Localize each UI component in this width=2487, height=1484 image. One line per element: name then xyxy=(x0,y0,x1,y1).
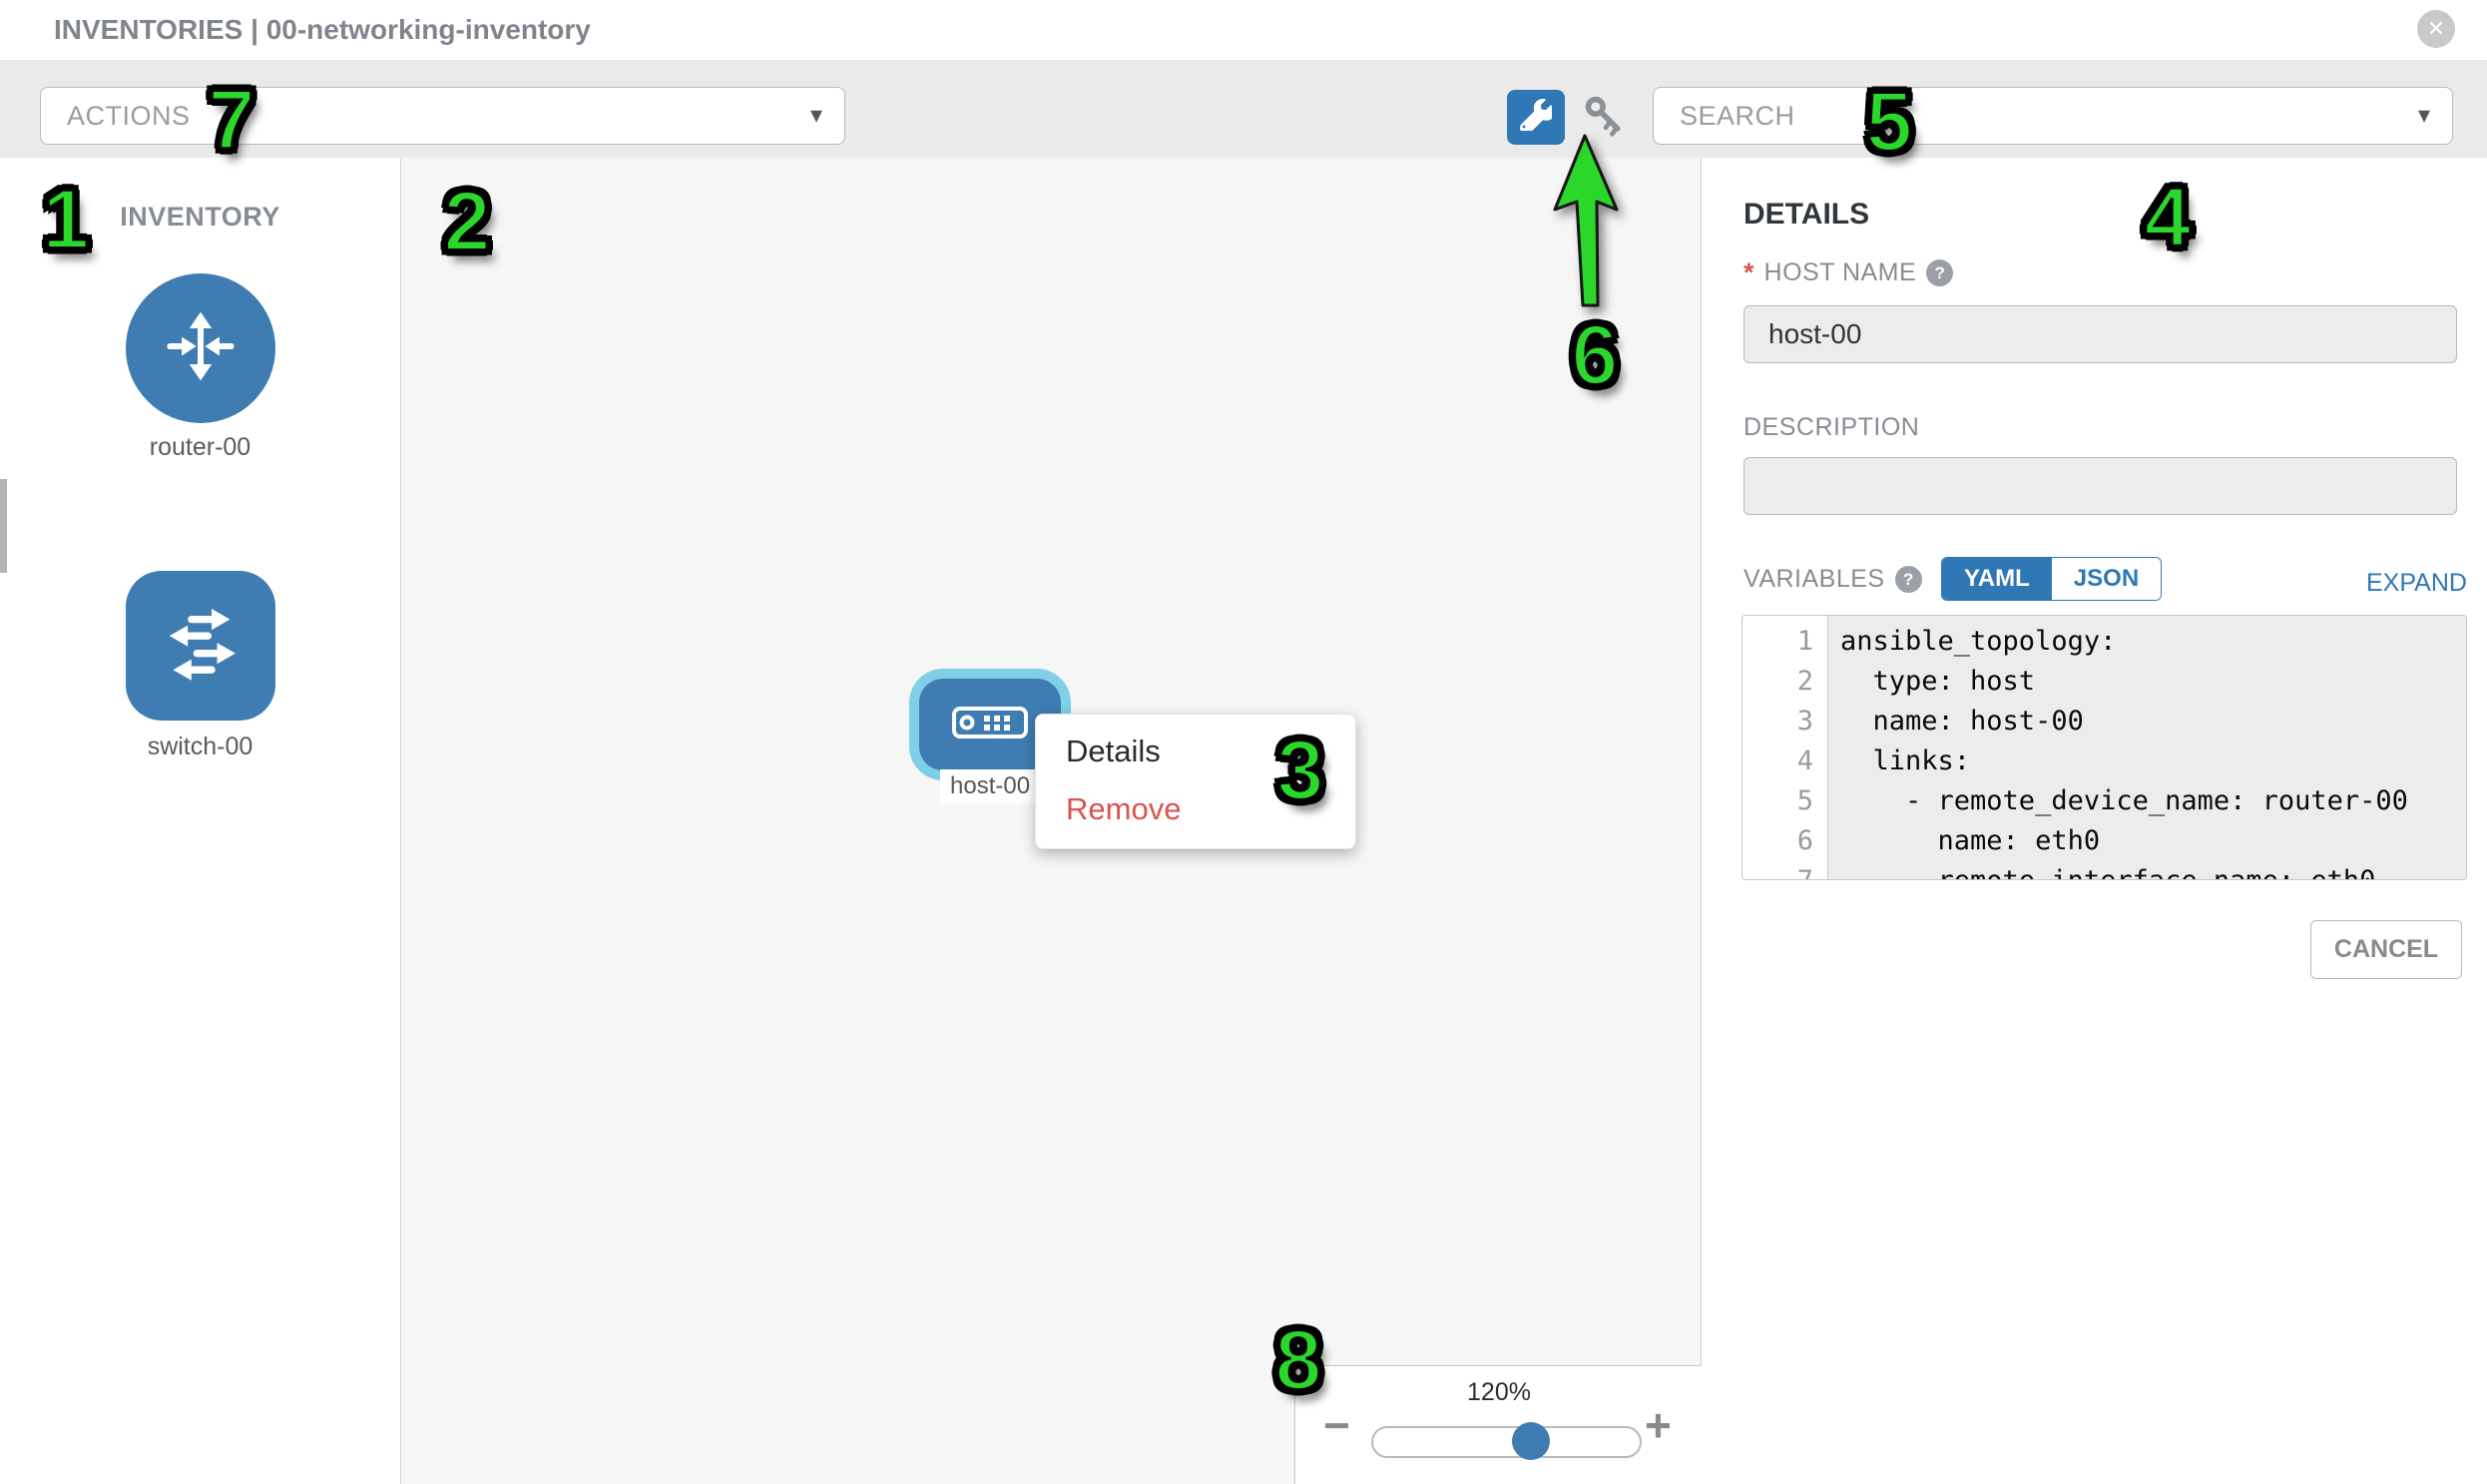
annotation-6: 6 xyxy=(1572,307,1619,404)
chevron-down-icon: ▾ xyxy=(810,88,822,144)
host-name-field-row: * HOST NAME ? xyxy=(1743,257,1953,288)
cancel-button[interactable]: CANCEL xyxy=(2310,920,2462,979)
code-line: - remote_device_name: router-00 xyxy=(1840,781,2466,821)
chevron-down-icon: ▾ xyxy=(2418,88,2430,144)
device-switch-label: switch-00 xyxy=(0,733,400,761)
variables-format-toggle: YAML JSON xyxy=(1941,557,2162,601)
device-router-label: router-00 xyxy=(0,433,400,462)
toolbar: ACTIONS ▾ SEARCH ▾ xyxy=(0,60,2487,159)
line-number: 7 xyxy=(1742,861,1827,880)
editor-gutter: 1 2 3 4 5 6 7 xyxy=(1742,616,1828,879)
tab-yaml[interactable]: YAML xyxy=(1942,558,2052,600)
search-dropdown-label: SEARCH xyxy=(1680,88,1795,144)
variables-label: VARIABLES xyxy=(1743,565,1885,594)
page-header: INVENTORIES | 00-networking-inventory ✕ xyxy=(0,0,2487,61)
close-button[interactable]: ✕ xyxy=(2417,10,2455,48)
code-line: links: xyxy=(1840,742,2466,781)
expand-link[interactable]: EXPAND xyxy=(2366,569,2467,598)
line-number: 3 xyxy=(1742,702,1827,742)
description-input[interactable] xyxy=(1743,457,2457,515)
annotation-2: 2 xyxy=(444,174,491,270)
editor-code[interactable]: ansible_topology: type: host name: host-… xyxy=(1828,616,2466,880)
zoom-slider-thumb[interactable] xyxy=(1512,1422,1550,1460)
router-icon xyxy=(158,303,244,394)
host-node-label: host-00 xyxy=(940,769,1040,803)
close-icon: ✕ xyxy=(2427,16,2445,41)
line-number: 5 xyxy=(1742,781,1827,821)
line-number: 4 xyxy=(1742,742,1827,781)
annotation-7: 7 xyxy=(209,72,255,169)
search-dropdown[interactable]: SEARCH ▾ xyxy=(1653,87,2453,145)
annotation-arrow-up-icon xyxy=(1542,126,1642,322)
code-line: ansible_topology: xyxy=(1840,622,2466,662)
host-icon xyxy=(952,706,1028,744)
annotation-1: 1 xyxy=(43,172,90,268)
code-line: remote_interface_name: eth0 xyxy=(1840,861,2466,880)
annotation-4: 4 xyxy=(2145,170,2192,266)
code-line: name: eth0 xyxy=(1840,821,2466,861)
zoom-slider-track[interactable] xyxy=(1371,1426,1642,1458)
variables-field-row: VARIABLES ? xyxy=(1743,565,1922,594)
host-name-label: HOST NAME xyxy=(1764,258,1917,287)
awx-topology-screen: INVENTORIES | 00-networking-inventory ✕ … xyxy=(0,0,2487,1484)
details-heading: DETAILS xyxy=(1743,198,1869,232)
device-router[interactable] xyxy=(126,273,275,423)
line-number: 1 xyxy=(1742,622,1827,662)
annotation-8: 8 xyxy=(1275,1312,1322,1409)
required-asterisk: * xyxy=(1743,257,1754,288)
help-icon[interactable]: ? xyxy=(1895,566,1922,593)
zoom-control: 120% − + xyxy=(1294,1365,1703,1484)
device-switch[interactable] xyxy=(126,571,275,721)
details-panel: DETAILS * HOST NAME ? DESCRIPTION VARIAB… xyxy=(1702,158,2487,1484)
code-line: name: host-00 xyxy=(1840,702,2466,742)
zoom-in-button[interactable]: + xyxy=(1645,1402,1672,1448)
tab-json[interactable]: JSON xyxy=(2052,558,2161,600)
zoom-out-button[interactable]: − xyxy=(1323,1402,1350,1448)
page-title: INVENTORIES | 00-networking-inventory xyxy=(54,0,591,60)
switch-icon xyxy=(155,598,247,695)
annotation-3: 3 xyxy=(1277,723,1324,819)
variables-editor[interactable]: 1 2 3 4 5 6 7 ansible_topology: type: ho… xyxy=(1741,615,2467,880)
code-line: type: host xyxy=(1840,662,2466,702)
description-label: DESCRIPTION xyxy=(1743,413,1919,442)
line-number: 2 xyxy=(1742,662,1827,702)
inventory-panel: INVENTORY router-00 xyxy=(0,158,401,1484)
help-icon[interactable]: ? xyxy=(1926,259,1953,286)
description-field-row: DESCRIPTION xyxy=(1743,413,1919,442)
zoom-level: 120% xyxy=(1295,1378,1703,1407)
annotation-5: 5 xyxy=(1866,74,1913,171)
line-number: 6 xyxy=(1742,821,1827,861)
actions-dropdown[interactable]: ACTIONS ▾ xyxy=(40,87,845,145)
host-name-input[interactable] xyxy=(1743,305,2457,363)
actions-dropdown-label: ACTIONS xyxy=(67,88,191,144)
topology-canvas[interactable]: host-00 Details Remove 120% − + xyxy=(401,158,1702,1484)
left-edge-scrollbar[interactable] xyxy=(0,479,7,573)
